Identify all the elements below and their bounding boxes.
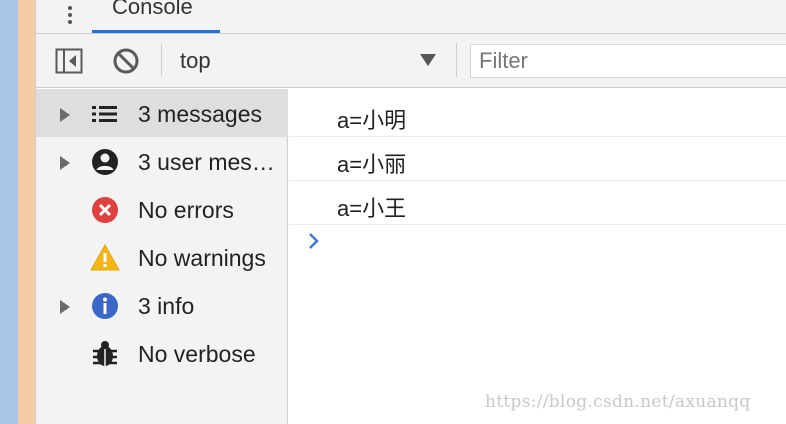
left-window-edge: [0, 0, 18, 424]
warning-icon: [90, 243, 120, 273]
left-window-border: [18, 0, 35, 424]
expand-arrow-icon[interactable]: [60, 156, 70, 170]
toolbar-divider: [456, 43, 457, 77]
clear-console-icon[interactable]: [111, 46, 141, 76]
error-icon: [90, 195, 120, 225]
console-prompt-icon[interactable]: [307, 231, 321, 251]
sidebar-item-label: 3 info: [138, 293, 195, 319]
sidebar-item-info[interactable]: 3 info: [36, 281, 288, 329]
sidebar-item-label: 3 messages: [138, 101, 263, 127]
console-message[interactable]: a=小丽: [289, 137, 786, 181]
sidebar-item-messages[interactable]: 3 messages: [36, 89, 288, 137]
sidebar-toggle-icon[interactable]: [54, 46, 84, 76]
list-icon: [90, 99, 120, 129]
sidebar-item-label: No errors: [138, 197, 234, 223]
watermark-text: https://blog.csdn.net/axuanqq: [485, 392, 751, 412]
dropdown-arrow-icon: [420, 54, 436, 66]
info-icon: [90, 291, 120, 321]
expand-arrow-icon[interactable]: [60, 108, 70, 122]
context-selector[interactable]: top: [170, 44, 448, 78]
console-message[interactable]: a=小明: [289, 93, 786, 137]
console-sidebar: 3 messages 3 user messages No: [36, 89, 288, 424]
tab-bar: Console: [36, 0, 786, 34]
toolbar-divider: [161, 43, 162, 77]
sidebar-item-user-messages[interactable]: 3 user messages: [36, 137, 288, 185]
console-message[interactable]: a=小王: [289, 181, 786, 225]
message-text: a=小明: [337, 108, 407, 133]
message-text: a=小王: [337, 196, 407, 221]
expand-arrow-icon[interactable]: [60, 300, 70, 314]
user-icon: [90, 147, 120, 177]
sidebar-item-verbose[interactable]: No verbose: [36, 329, 288, 377]
sidebar-item-errors[interactable]: No errors: [36, 185, 288, 233]
active-tab-indicator: [92, 30, 220, 33]
filter-input[interactable]: [470, 44, 786, 78]
devtools-panel: Console top Filter 3 messages 3 user mes…: [35, 0, 786, 424]
sidebar-item-label: No warnings: [138, 245, 266, 271]
console-messages: a=小明 a=小丽 a=小王: [289, 89, 786, 424]
context-value: top: [180, 48, 211, 73]
sidebar-item-warnings[interactable]: No warnings: [36, 233, 288, 281]
sidebar-item-label: 3 user messages: [138, 149, 284, 175]
tab-console[interactable]: Console: [92, 0, 222, 34]
console-toolbar: top: [36, 34, 786, 88]
bug-icon: [90, 339, 120, 369]
more-tabs-icon[interactable]: [58, 2, 82, 28]
message-text: a=小丽: [337, 152, 407, 177]
sidebar-item-label: No verbose: [138, 341, 256, 367]
